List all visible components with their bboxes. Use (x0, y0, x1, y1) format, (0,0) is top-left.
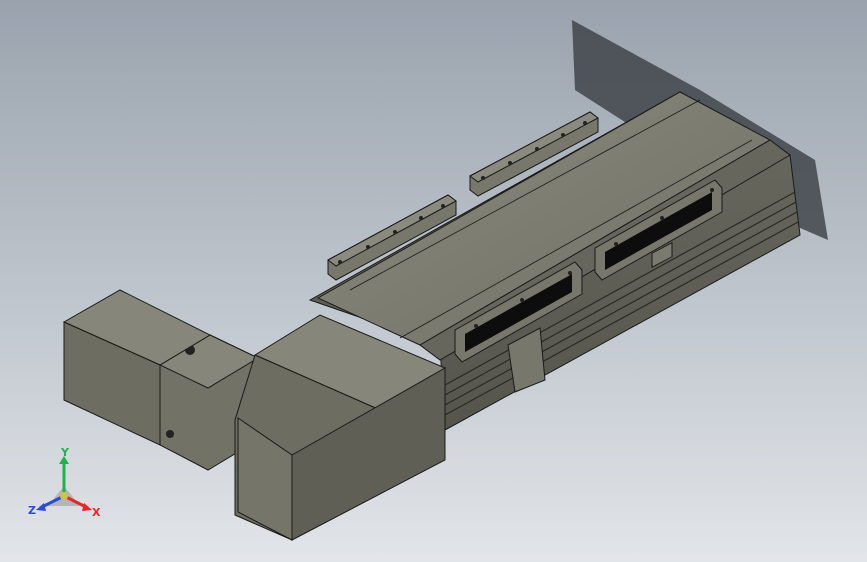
3d-viewport[interactable]: Y X Z (0, 0, 867, 562)
x-axis-label: X (92, 506, 101, 519)
cad-model-canvas[interactable] (0, 0, 867, 562)
z-axis-label: Z (28, 504, 36, 517)
axis-triad[interactable]: Y X Z (26, 446, 102, 524)
y-axis-label: Y (60, 448, 70, 459)
axis-triad-icon: Y X Z (28, 446, 101, 519)
motor-block (234, 314, 447, 541)
